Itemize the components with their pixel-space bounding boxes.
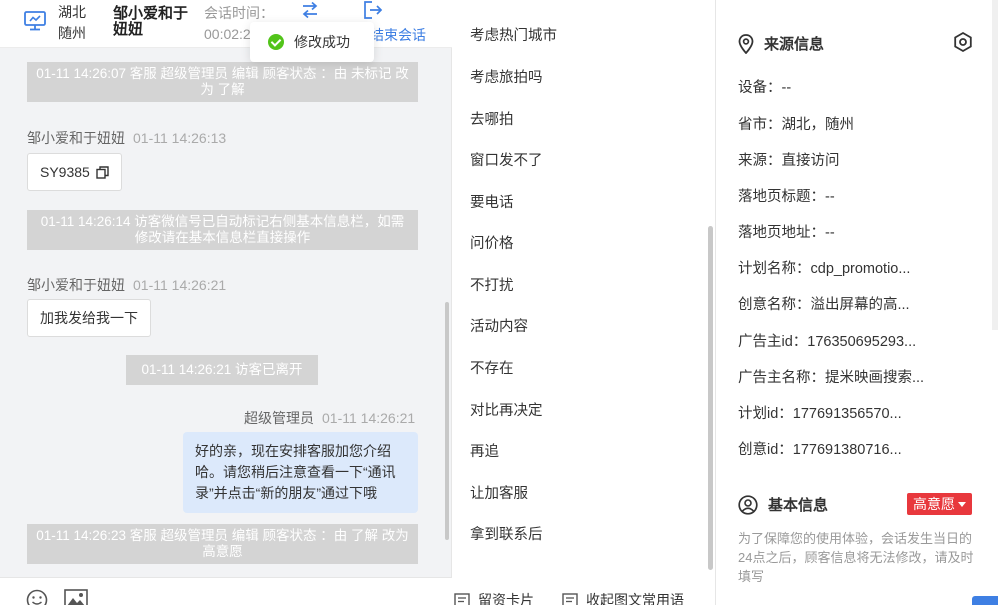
edit-notice: 为了保障您的使用体验，会话发生当日的24点之后，顾客信息将无法修改，请及时填写 (738, 531, 974, 584)
lead-card-button[interactable]: 留资卡片 (454, 590, 534, 605)
system-message: 01-11 14:26:23 客服 超级管理员 编辑 顾客状态 ：由 了解 改为… (27, 524, 418, 564)
settings-icon[interactable] (952, 31, 974, 53)
session-time-label: 会话时间： (204, 5, 274, 21)
session-time-value: 00:02:2 (204, 26, 251, 42)
quick-reply-item[interactable]: 不存在 (470, 357, 514, 378)
quick-reply-item[interactable]: 让加客服 (470, 482, 528, 503)
info-plan-id: 计划id：177691356570... (738, 406, 902, 422)
message-sender: 邹小爱和于妞妞 01-11 14:26:21 (27, 277, 227, 293)
success-toast: 修改成功 (250, 22, 374, 62)
info-advertiser-id: 广告主id：176350695293... (738, 334, 917, 350)
chat-panel: 湖北 随州 邹小爱和于妞妞 会话时间： 00:02:2 结束会话 修改成功 01… (0, 0, 452, 605)
check-circle-icon (268, 34, 284, 50)
chat-header: 湖北 随州 邹小爱和于妞妞 会话时间： 00:02:2 结束会话 (0, 0, 452, 48)
quick-reply-item[interactable]: 问价格 (470, 232, 514, 253)
quick-reply-scrollbar[interactable] (708, 226, 713, 570)
message-sender: 邹小爱和于妞妞 01-11 14:26:13 (27, 130, 227, 146)
quick-reply-item[interactable]: 窗口发不了 (470, 149, 543, 170)
info-device: 设备：-- (738, 80, 792, 96)
info-source: 来源：直接访问 (738, 153, 840, 169)
visitor-name: 邹小爱和于妞妞 (113, 5, 189, 38)
quick-reply-item[interactable]: 再追 (470, 440, 499, 461)
info-landing-title: 落地页标题：-- (738, 189, 835, 205)
info-plan-name: 计划名称：cdp_promotio... (738, 261, 911, 277)
system-message: 01-11 14:26:14 访客微信号已自动标记右侧基本信息栏，如需修改请在基… (27, 210, 418, 250)
intent-status-dropdown[interactable]: 高意愿 (907, 493, 972, 515)
quick-reply-item[interactable]: 考虑热门城市 (470, 24, 557, 45)
quick-reply-item[interactable]: 不打扰 (470, 274, 514, 295)
visitor-message-bubble[interactable]: 加我发给我一下 (27, 299, 151, 337)
info-region: 省市：湖北，随州 (738, 117, 854, 133)
chat-input-toolbar (0, 577, 452, 605)
visitor-message-bubble[interactable]: SY9385 (27, 153, 122, 191)
quick-reply-item[interactable]: 去哪拍 (470, 108, 514, 129)
card-icon (454, 593, 470, 605)
card-icon (562, 593, 578, 605)
system-message: 01-11 14:26:07 客服 超级管理员 编辑 顾客状态 ：由 未标记 改… (27, 62, 418, 102)
quick-reply-item[interactable]: 对比再决定 (470, 399, 543, 420)
info-scrollbar-track[interactable] (992, 0, 998, 330)
info-creative-name: 创意名称：溢出屏幕的高... (738, 297, 910, 313)
caret-down-icon (958, 502, 966, 507)
quick-reply-item[interactable]: 活动内容 (470, 315, 528, 336)
collapse-phrases-button[interactable]: 收起图文常用语 (562, 590, 684, 605)
floating-action-button[interactable] (972, 596, 998, 605)
end-session-button[interactable]: 结束会话 (370, 25, 426, 45)
basic-info-title: 基本信息 (738, 494, 828, 515)
quick-reply-panel: 考虑热门城市 考虑旅拍吗 去哪拍 窗口发不了 要电话 问价格 不打扰 活动内容 … (452, 0, 716, 605)
visitor-location: 湖北 随州 (58, 4, 86, 41)
quick-reply-item[interactable]: 拿到联系后 (470, 523, 543, 544)
emoji-icon[interactable] (26, 589, 48, 605)
source-info-title: 来源信息 (738, 33, 824, 54)
copy-icon[interactable] (96, 166, 109, 179)
location-pin-icon (738, 33, 754, 54)
transfer-icon[interactable] (300, 1, 320, 19)
chat-scrollbar[interactable] (445, 302, 449, 540)
info-landing-url: 落地页地址：-- (738, 225, 835, 241)
monitor-icon (24, 11, 46, 31)
agent-message-bubble[interactable]: 好的亲，现在安排客服加您介绍哈。请您稍后注意查看一下“通讯录”并点击“新的朋友”… (183, 432, 418, 513)
system-message: 01-11 14:26:21 访客已离开 (126, 355, 318, 385)
image-icon[interactable] (64, 589, 88, 605)
info-advertiser-name: 广告主名称：提米映画搜索... (738, 370, 925, 386)
visitor-info-panel: 来源信息 设备：-- 省市：湖北，随州 来源：直接访问 落地页标题：-- 落地页… (716, 0, 998, 605)
quick-reply-item[interactable]: 考虑旅拍吗 (470, 66, 543, 87)
info-creative-id: 创意id：177691380716... (738, 442, 902, 458)
quick-reply-item[interactable]: 要电话 (470, 191, 514, 212)
exit-icon[interactable] (363, 1, 383, 19)
user-circle-icon (738, 494, 758, 515)
message-sender: 超级管理员 01-11 14:26:21 (244, 410, 416, 426)
